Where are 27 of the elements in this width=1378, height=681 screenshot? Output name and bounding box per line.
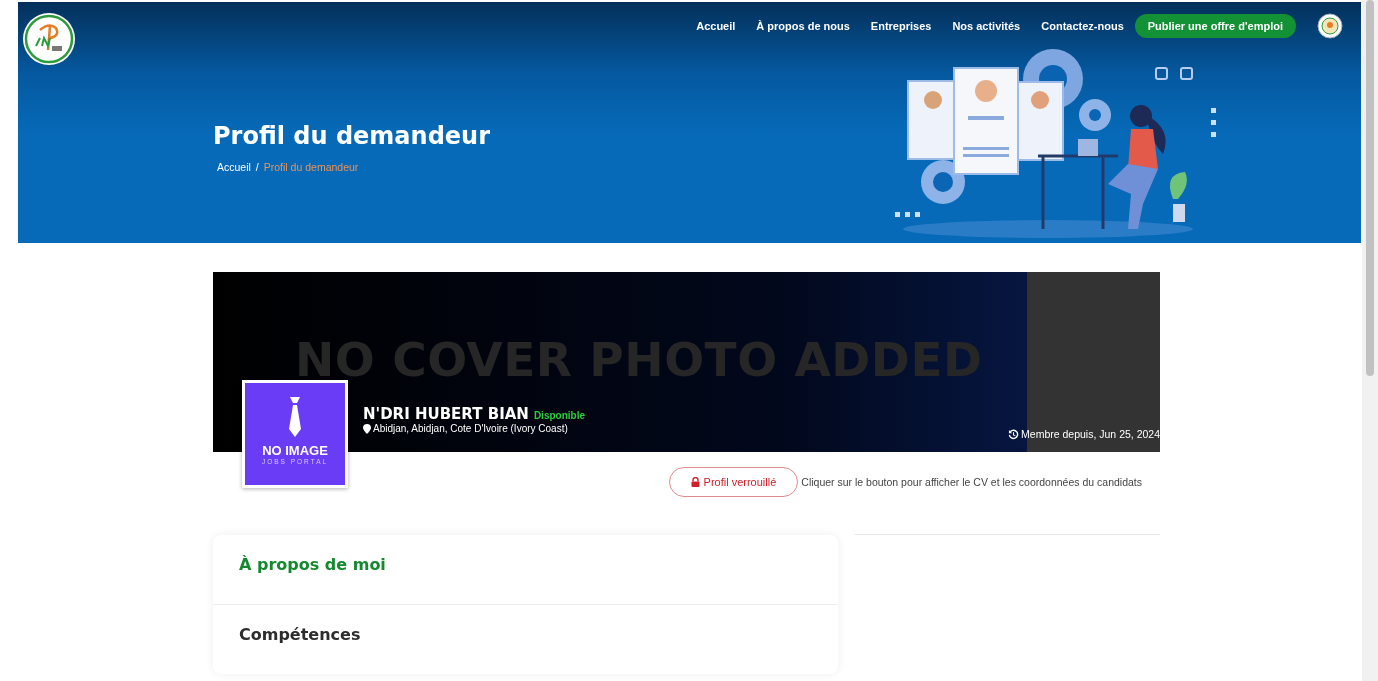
nav-link[interactable]: Contactez-nous	[1041, 20, 1124, 32]
nav-link[interactable]: Accueil	[696, 20, 736, 32]
page-title: Profil du demandeur	[213, 122, 491, 150]
member-since: Membre depuis, Jun 25, 2024	[1021, 428, 1160, 440]
tie-icon	[287, 397, 303, 437]
candidate-name: N'DRI HUBERT BIAN	[363, 405, 529, 423]
lock-icon	[690, 477, 700, 487]
unlock-hint: Cliquer sur le bouton pour afficher le CV et les coordonnées du candidats	[801, 476, 1142, 488]
history-icon	[1008, 428, 1020, 440]
candidate-location: Abidjan, Abidjan, Cote D'Ivoire (Ivory Coast)	[373, 423, 568, 434]
section-heading: Compétences	[239, 625, 362, 644]
user-avatar-icon[interactable]	[1317, 13, 1343, 39]
nav-link[interactable]: Nos activités	[952, 20, 1021, 32]
post-job-button[interactable]: Publier une offre d'emploi	[1134, 14, 1296, 38]
scrollbar[interactable]	[1362, 0, 1378, 681]
breadcrumb-link[interactable]: Accueil	[217, 161, 251, 173]
locked-profile-button[interactable]: Profil verrouillé	[668, 467, 799, 497]
availability-status: Disponible	[533, 410, 585, 421]
scrollbar-thumb[interactable]	[1366, 0, 1374, 376]
logo-icon[interactable]	[22, 12, 76, 66]
breadcrumb-separator: /	[255, 161, 259, 173]
nav-link[interactable]: Entreprises	[870, 20, 932, 32]
location-pin-icon	[363, 423, 371, 434]
placeholder-text: NO IMAGE	[262, 443, 328, 458]
breadcrumb-current: Profil du demandeur	[263, 161, 359, 173]
section-heading: À propos de moi	[239, 555, 387, 574]
nav-link[interactable]: À propos de nous	[756, 20, 850, 32]
